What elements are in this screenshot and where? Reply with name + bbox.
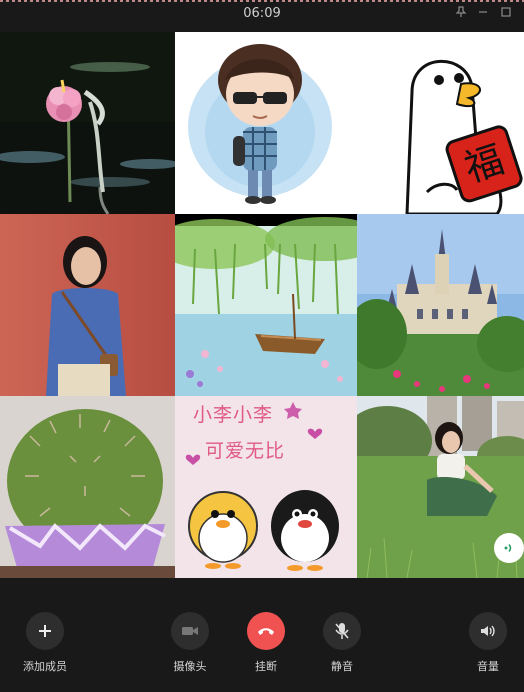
add-member-button[interactable]: 添加成员 — [0, 612, 90, 674]
plus-icon — [26, 612, 64, 650]
camera-icon — [171, 612, 209, 650]
window-border — [0, 0, 524, 2]
participant-goose-fu[interactable]: 福 — [357, 32, 524, 214]
speaker-wave-icon — [504, 543, 512, 553]
participant-cactus[interactable] — [0, 396, 175, 578]
speaker-icon — [469, 612, 507, 650]
participant-castle[interactable] — [357, 214, 524, 396]
mute-label: 静音 — [331, 660, 353, 673]
microphone-off-icon — [323, 612, 361, 650]
add-member-label: 添加成员 — [23, 660, 67, 673]
minimize-icon[interactable] — [475, 6, 491, 22]
title-bar: 06:09 — [0, 0, 524, 30]
speaker-toggle-button[interactable] — [494, 533, 524, 563]
participant-penguins[interactable]: 小李小李 可爱无比 — [175, 396, 357, 578]
participant-cartoon-boy[interactable] — [175, 32, 357, 214]
participant-lotus[interactable] — [0, 32, 175, 214]
call-duration: 06:09 — [243, 6, 281, 21]
participant-boat-willow[interactable] — [175, 214, 357, 396]
pin-icon[interactable] — [453, 6, 469, 22]
volume-button[interactable]: 音量 — [443, 612, 524, 674]
mute-button[interactable]: 静音 — [297, 612, 387, 674]
hangup-phone-icon — [247, 612, 285, 650]
video-grid: 福 小李小李 可爱无比 — [0, 32, 524, 578]
maximize-icon[interactable] — [498, 6, 514, 22]
participant-girl-red-wall[interactable] — [0, 214, 175, 396]
volume-label: 音量 — [477, 660, 499, 673]
